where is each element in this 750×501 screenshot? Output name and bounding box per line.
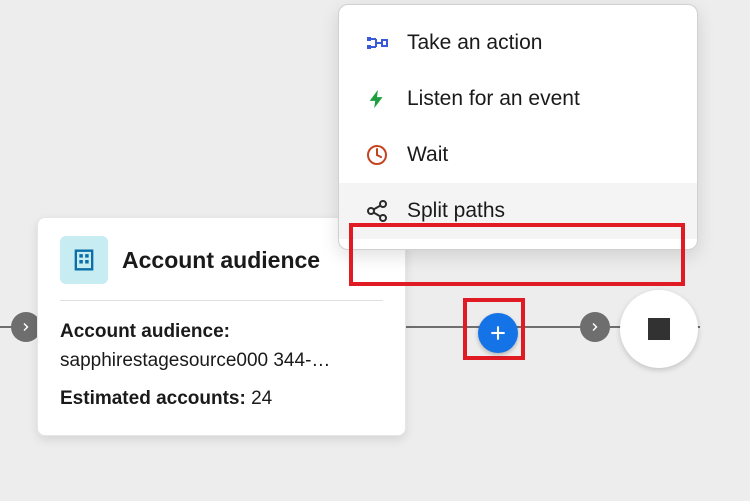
journey-canvas: Account audience Account audience: sapph… [0,0,750,501]
add-node-button[interactable] [478,313,518,353]
card-body: Account audience: sapphirestagesource000… [38,317,405,413]
split-icon [363,197,391,225]
clock-icon [363,141,391,169]
menu-item-label: Split paths [407,199,505,223]
audience-label: Account audience: [60,321,230,342]
lightning-icon [363,85,391,113]
menu-item-split-paths[interactable]: Split paths [339,183,697,239]
card-divider [60,300,383,301]
action-icon [363,29,391,57]
estimated-value: 24 [251,388,272,409]
end-node[interactable] [620,290,698,368]
menu-item-label: Listen for an event [407,87,580,111]
menu-item-listen-event[interactable]: Listen for an event [339,71,697,127]
estimated-label: Estimated accounts: [60,388,246,409]
menu-item-wait[interactable]: Wait [339,127,697,183]
audience-value: sapphirestagesource000 344-… [60,346,383,375]
card-title: Account audience [122,247,320,274]
building-icon [60,236,108,284]
menu-item-label: Take an action [407,31,542,55]
add-node-highlight [463,298,525,360]
menu-item-take-action[interactable]: Take an action [339,15,697,71]
stop-icon [648,318,670,340]
menu-item-label: Wait [407,143,448,167]
add-node-menu: Take an action Listen for an event Wait [338,4,698,250]
chevron-out-node-icon [580,312,610,342]
